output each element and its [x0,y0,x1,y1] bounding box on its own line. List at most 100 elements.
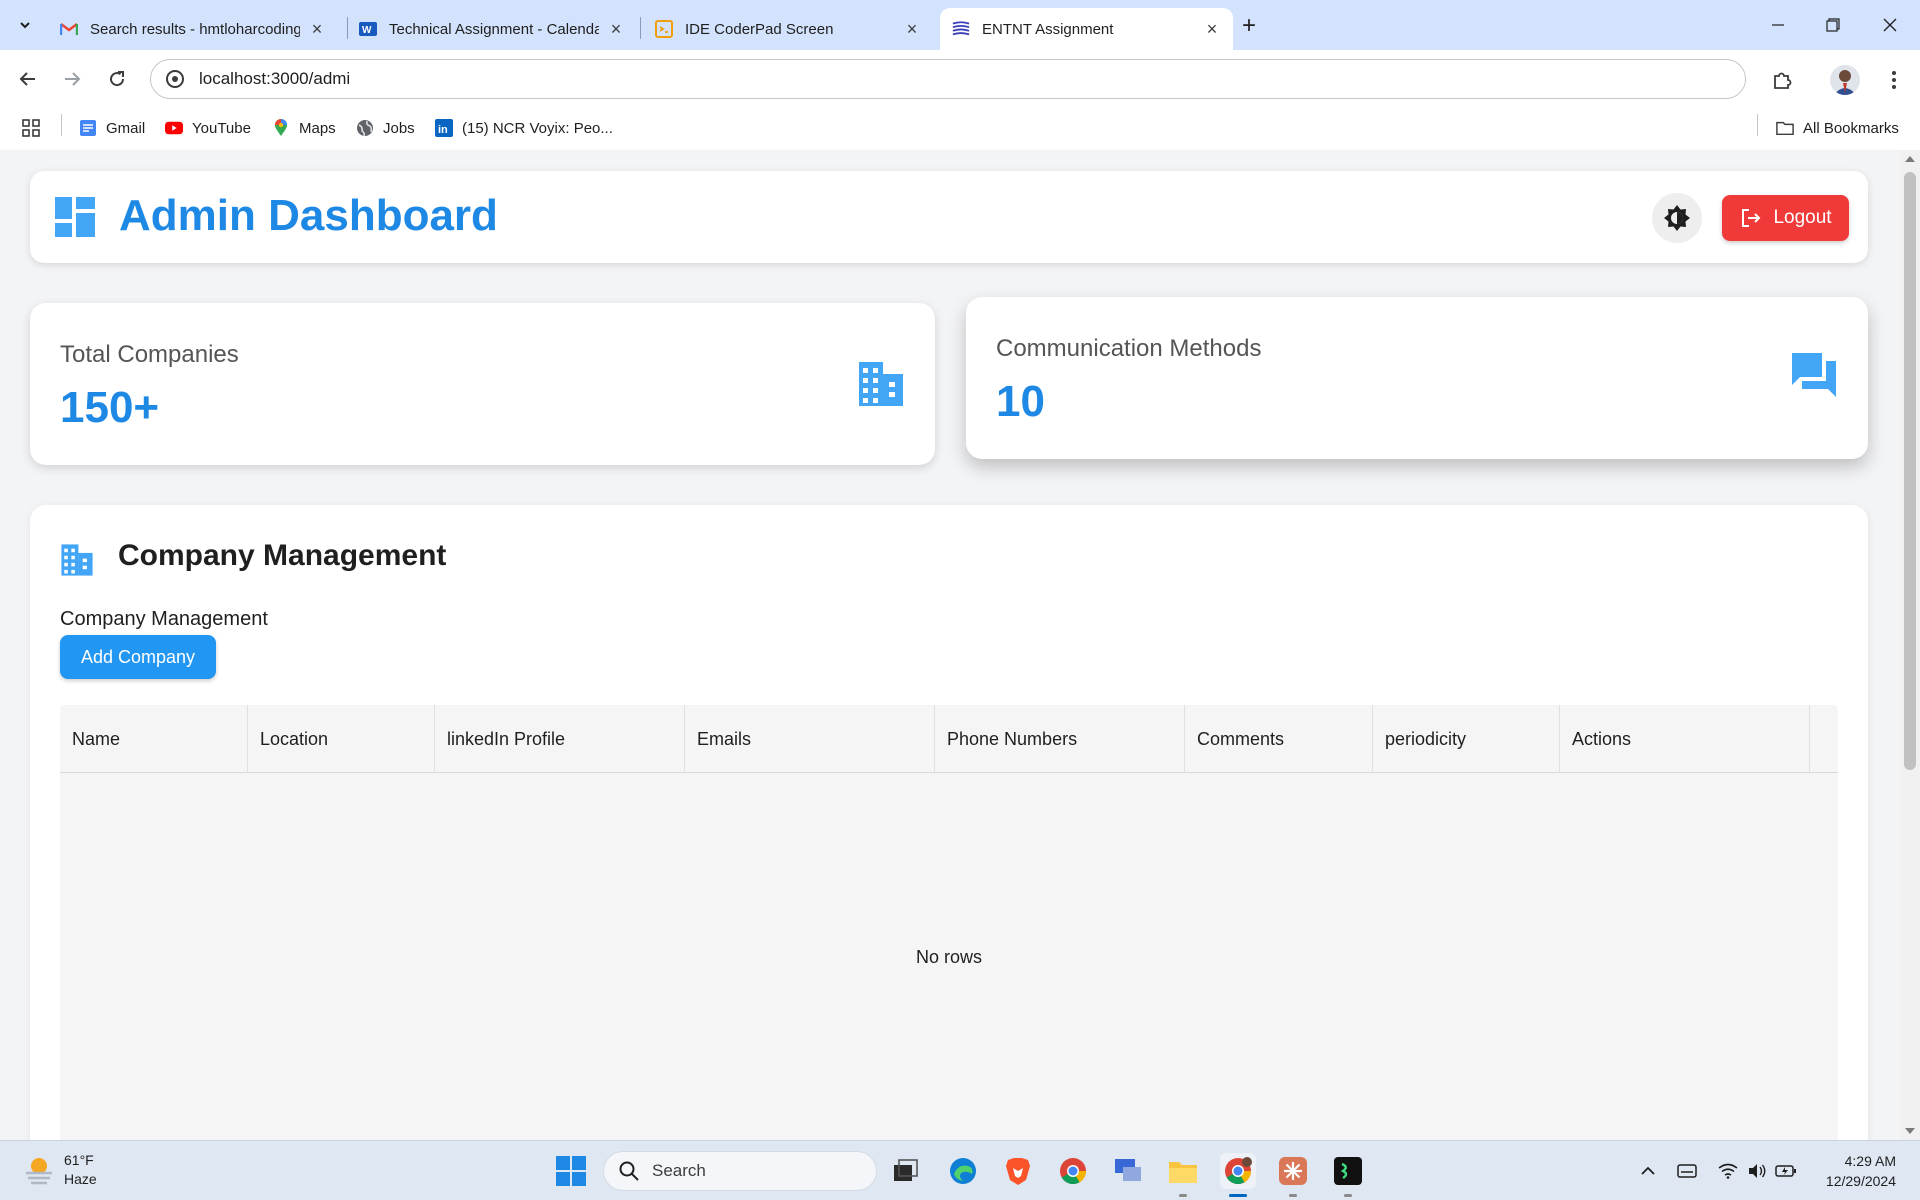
close-icon[interactable]: × [607,19,625,40]
stat-card-total-companies: Total Companies 150+ [30,303,935,465]
chrome-profile-icon[interactable] [1220,1153,1256,1197]
search-icon [619,1161,639,1181]
url-text: localhost:3000/admi [199,69,351,88]
column-header-label: Comments [1197,728,1285,749]
bookmark-maps[interactable]: Maps [272,117,336,139]
close-icon[interactable]: × [1203,19,1221,40]
file-explorer-icon[interactable] [1165,1153,1201,1197]
apps-grid-icon[interactable] [22,117,40,139]
tab-gmail-search[interactable]: Search results - hmtloharcoding × [48,8,338,50]
running-indicator [1179,1194,1187,1197]
close-window-icon[interactable] [1870,8,1910,42]
kebab-menu-icon[interactable] [1878,64,1910,96]
logout-label: Logout [1773,207,1832,228]
gmail-icon [60,20,78,38]
column-header-label: linkedIn Profile [447,728,566,749]
chevron-up-icon[interactable] [1636,1159,1660,1183]
tab-coderpad[interactable]: IDE CoderPad Screen × [643,8,933,50]
remote-desktop-icon[interactable] [1110,1153,1146,1189]
windows-start-icon[interactable] [555,1155,587,1187]
bookmark-youtube[interactable]: YouTube [165,117,251,139]
system-clock[interactable]: 4:29 AM 12/29/2024 [1812,1151,1896,1191]
taskbar-search-placeholder: Search [652,1161,706,1180]
new-tab-plus-icon[interactable]: + [1242,12,1256,40]
scrollbar-thumb[interactable] [1904,172,1916,770]
wifi-icon[interactable] [1716,1159,1740,1183]
browser-tab-bar: Search results - hmtloharcoding × W Tech… [0,0,1920,50]
column-header-location[interactable]: Location [248,705,435,773]
tab-technical-assignment[interactable]: W Technical Assignment - Calenda × [347,8,637,50]
section-subtitle: Company Management [60,608,268,630]
column-header-label: Actions [1572,728,1632,749]
bookmark-gmail[interactable]: Gmail [79,117,145,139]
address-bar[interactable]: localhost:3000/admi [150,59,1746,99]
logout-button[interactable]: Logout [1722,195,1849,241]
scroll-down-arrow-icon[interactable] [1905,1128,1915,1134]
add-company-button[interactable]: Add Company [60,635,216,679]
browser-toolbar: localhost:3000/admi [0,50,1920,107]
svg-text:in: in [438,124,448,136]
globe-icon [356,119,374,137]
stat-label: Communication Methods [996,335,1262,362]
all-bookmarks-button[interactable]: All Bookmarks [1776,117,1899,139]
restore-icon[interactable] [1813,8,1853,42]
windows-taskbar: 61°F Haze Search 4:29 AM 12/29/2024 [0,1140,1920,1200]
tab-search-chevron-icon[interactable] [10,10,40,40]
column-header-periodicity[interactable]: periodicity [1373,705,1560,773]
bookmark-jobs[interactable]: Jobs [356,117,415,139]
page-viewport: Admin Dashboard Logout Total Companies 1… [0,150,1900,1140]
column-header-label: Name [72,728,121,749]
tab-entnt-assignment[interactable]: ENTNT Assignment × [940,8,1233,50]
back-arrow-icon[interactable] [13,64,43,94]
weather-widget[interactable]: 61°F Haze [22,1151,97,1189]
clock-date: 12/29/2024 [1825,1173,1896,1189]
column-header-phone-numbers[interactable]: Phone Numbers [935,705,1185,773]
bookmarks-divider [61,114,62,136]
scroll-up-arrow-icon[interactable] [1905,156,1915,162]
task-view-icon[interactable] [888,1153,924,1189]
clock-time: 4:29 AM [1844,1153,1896,1169]
stat-label: Total Companies [60,341,239,368]
terminal-app-icon[interactable] [1330,1153,1366,1197]
profile-avatar[interactable] [1830,65,1860,95]
column-header-label: Location [260,728,329,749]
taskbar-search-box[interactable]: Search [603,1151,877,1191]
page-scrollbar[interactable] [1900,150,1920,1140]
extensions-puzzle-icon[interactable] [1766,64,1798,96]
column-header-label: periodicity [1385,728,1467,749]
minimize-icon[interactable] [1758,8,1798,42]
tab-title: Search results - hmtloharcoding [90,20,300,38]
gmail-doc-icon [79,119,97,137]
bookmark-label: (15) NCR Voyix: Peo... [462,119,613,137]
claude-app-icon[interactable] [1275,1153,1311,1197]
haze-sun-icon [26,1158,52,1185]
brave-browser-icon[interactable] [1000,1153,1036,1189]
bookmark-linkedin[interactable]: in (15) NCR Voyix: Peo... [435,117,613,139]
reload-icon[interactable] [102,64,132,94]
column-header-comments[interactable]: Comments [1185,705,1373,773]
close-icon[interactable]: × [903,19,921,40]
theme-toggle-button[interactable] [1652,193,1702,243]
linkedin-icon: in [435,119,453,137]
keyboard-layout-icon[interactable] [1675,1159,1699,1183]
edge-browser-icon[interactable] [945,1153,981,1189]
running-indicator [1229,1194,1247,1197]
volume-icon[interactable] [1745,1159,1769,1183]
column-header-label: Emails [697,728,752,749]
building-icon [61,544,93,576]
column-header-linkedin[interactable]: linkedIn Profile [435,705,685,773]
column-header-emails[interactable]: Emails [685,705,935,773]
column-header-name[interactable]: Name [60,705,248,773]
chrome-icon[interactable] [1055,1153,1091,1189]
column-header-actions[interactable]: Actions [1560,705,1810,773]
close-icon[interactable]: × [308,19,326,40]
company-management-section: Company Management Company Management Ad… [30,505,1868,1140]
svg-text:W: W [362,25,372,36]
site-info-icon[interactable] [165,69,185,89]
tab-title: Technical Assignment - Calenda [389,20,599,38]
stat-card-communication-methods: Communication Methods 10 [966,297,1868,459]
battery-icon[interactable] [1774,1159,1798,1183]
folder-icon [1776,119,1794,137]
bookmark-label: Jobs [383,119,415,137]
forward-arrow-icon[interactable] [57,64,87,94]
